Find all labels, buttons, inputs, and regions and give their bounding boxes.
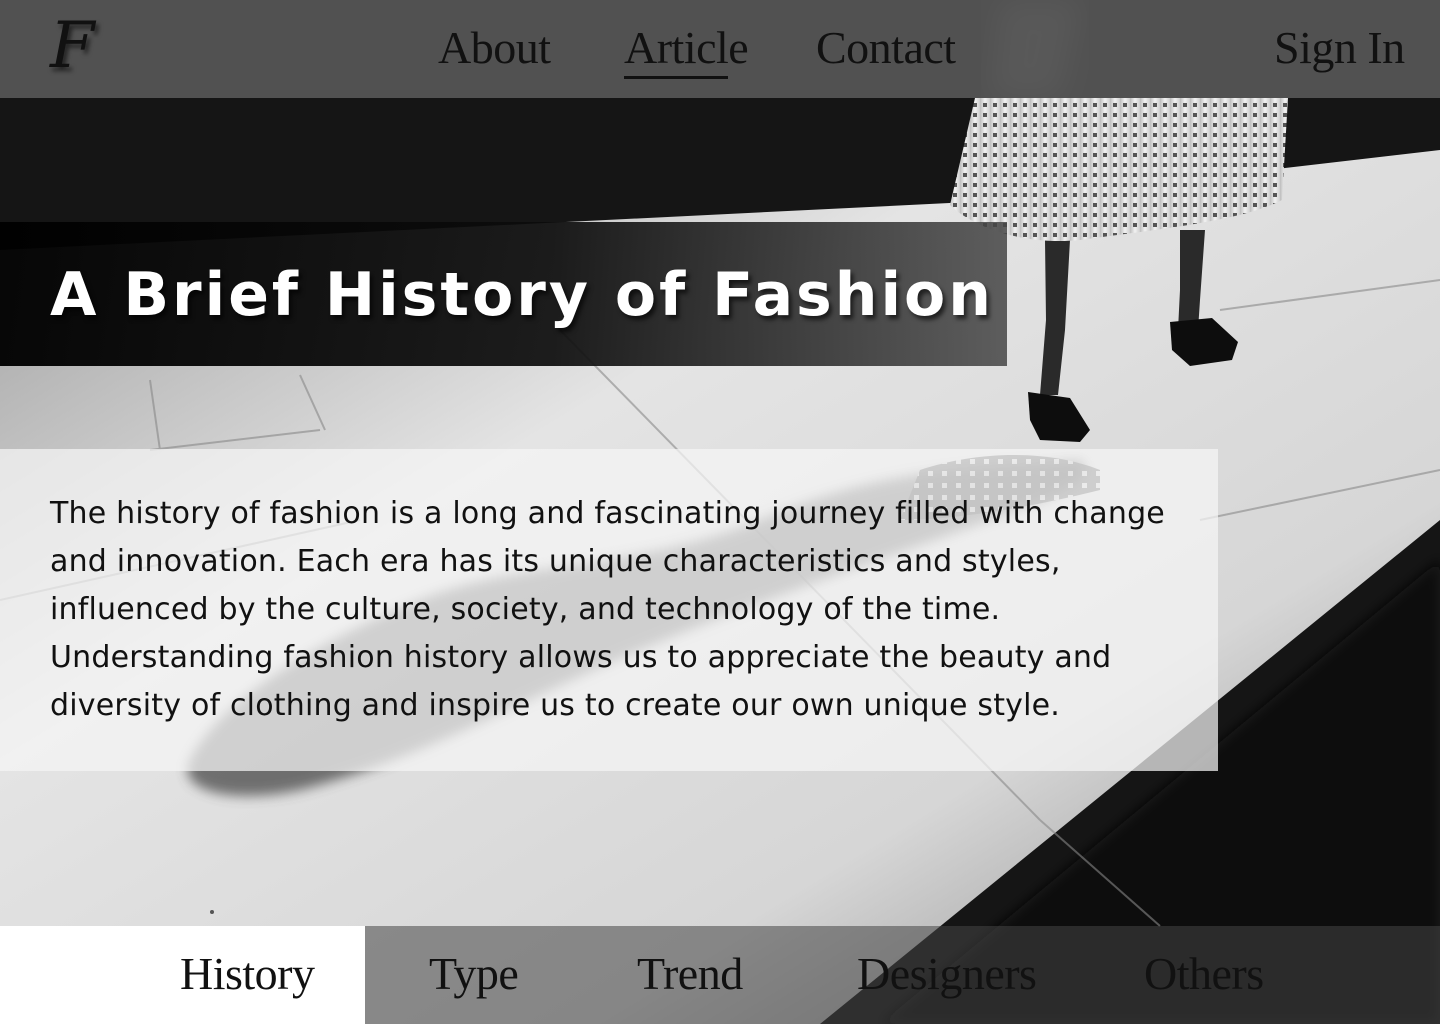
intro-paragraph: The history of fashion is a long and fas… xyxy=(50,496,1165,723)
page-title: A Brief History of Fashion xyxy=(50,260,994,330)
fashion-article-page: F About Article Contact Sign In A Brief … xyxy=(0,0,1440,1024)
active-nav-indicator xyxy=(624,76,728,79)
nav-link-contact[interactable]: Contact xyxy=(816,18,956,78)
tab-history[interactable]: History xyxy=(180,944,315,1004)
sign-in-link[interactable]: Sign In xyxy=(1274,18,1405,78)
tab-trend[interactable]: Trend xyxy=(637,944,743,1004)
tab-type[interactable]: Type xyxy=(429,944,519,1004)
tab-designers[interactable]: Designers xyxy=(857,944,1037,1004)
nav-link-about[interactable]: About xyxy=(438,18,551,78)
nav-link-article[interactable]: Article xyxy=(624,18,749,78)
brand-logo[interactable]: F xyxy=(50,6,94,86)
tab-others[interactable]: Others xyxy=(1144,944,1264,1004)
